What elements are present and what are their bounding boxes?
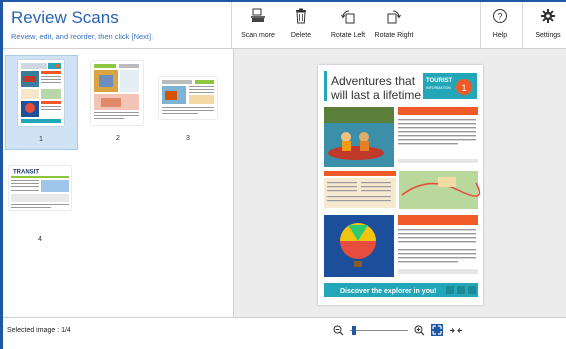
page-title: Review Scans — [11, 8, 119, 27]
actual-size-icon[interactable] — [449, 325, 463, 336]
thumbnail-number: 3 — [186, 135, 190, 142]
badge-information: INFORMATION — [426, 86, 451, 90]
settings-button[interactable]: Settings — [521, 8, 566, 39]
thumbnail-page-3[interactable]: 3 — [153, 55, 224, 148]
status-bar: Selected image : 1/4 — [3, 317, 566, 344]
help-icon: ? — [493, 9, 507, 23]
settings-label: Settings — [535, 32, 561, 39]
svg-text:?: ? — [497, 12, 502, 22]
thumbnail-page-4[interactable]: TRANSIT 4 — [5, 156, 76, 249]
thumbnail-page-1[interactable]: 1 — [5, 55, 78, 150]
thumbnail-image — [91, 61, 143, 125]
page-subtitle: Review, edit, and reorder, then click [N… — [11, 32, 154, 41]
badge-number: 1 — [461, 83, 466, 93]
thumbnail-page-2[interactable]: 2 — [83, 55, 154, 148]
transit-heading: TRANSIT — [13, 170, 39, 176]
thumbnail-panel: 1 2 3 TRANSIT 4 — [3, 49, 232, 317]
zoom-slider-thumb[interactable] — [352, 325, 356, 335]
thumbnail-image — [18, 60, 64, 126]
thumbnail-number: 4 — [38, 236, 42, 243]
rotate-right-label: Rotate Right — [374, 32, 414, 39]
delete-label: Delete — [290, 32, 312, 39]
thumbnail-number: 1 — [39, 136, 43, 143]
badge-tourist: TOURIST — [426, 78, 453, 84]
preview-headline-2: will last a lifetime — [330, 88, 421, 102]
rotate-right-icon — [387, 10, 401, 24]
zoom-slider[interactable] — [350, 325, 408, 336]
scan-more-label: Scan more — [241, 32, 275, 39]
preview-page: Adventures that will last a lifetime TOU… — [318, 65, 483, 305]
scanner-icon — [251, 8, 265, 22]
preview-footer-banner: Discover the explorer in you! — [340, 288, 436, 295]
thumbnail-image: TRANSIT — [9, 166, 71, 210]
header: Review Scans Review, edit, and reorder, … — [3, 2, 566, 49]
zoom-controls — [333, 324, 463, 336]
zoom-out-icon[interactable] — [333, 325, 344, 336]
rotate-left-icon — [341, 10, 355, 24]
fit-to-window-icon[interactable] — [431, 324, 443, 336]
thumbnail-number: 2 — [116, 135, 120, 142]
help-label: Help — [492, 32, 508, 39]
preview-headline-1: Adventures that — [331, 74, 416, 88]
thumbnail-image — [159, 77, 217, 119]
rotate-left-label: Rotate Left — [330, 32, 366, 39]
delete-button[interactable]: Delete — [274, 8, 328, 39]
rotate-right-button[interactable]: Rotate Right — [367, 8, 421, 39]
zoom-in-icon[interactable] — [414, 325, 425, 336]
preview-panel: Adventures that will last a lifetime TOU… — [233, 49, 566, 317]
help-button[interactable]: ? Help — [473, 8, 527, 39]
selected-image-status: Selected image : 1/4 — [7, 327, 71, 334]
trash-icon — [296, 8, 306, 24]
gear-icon — [541, 9, 555, 23]
